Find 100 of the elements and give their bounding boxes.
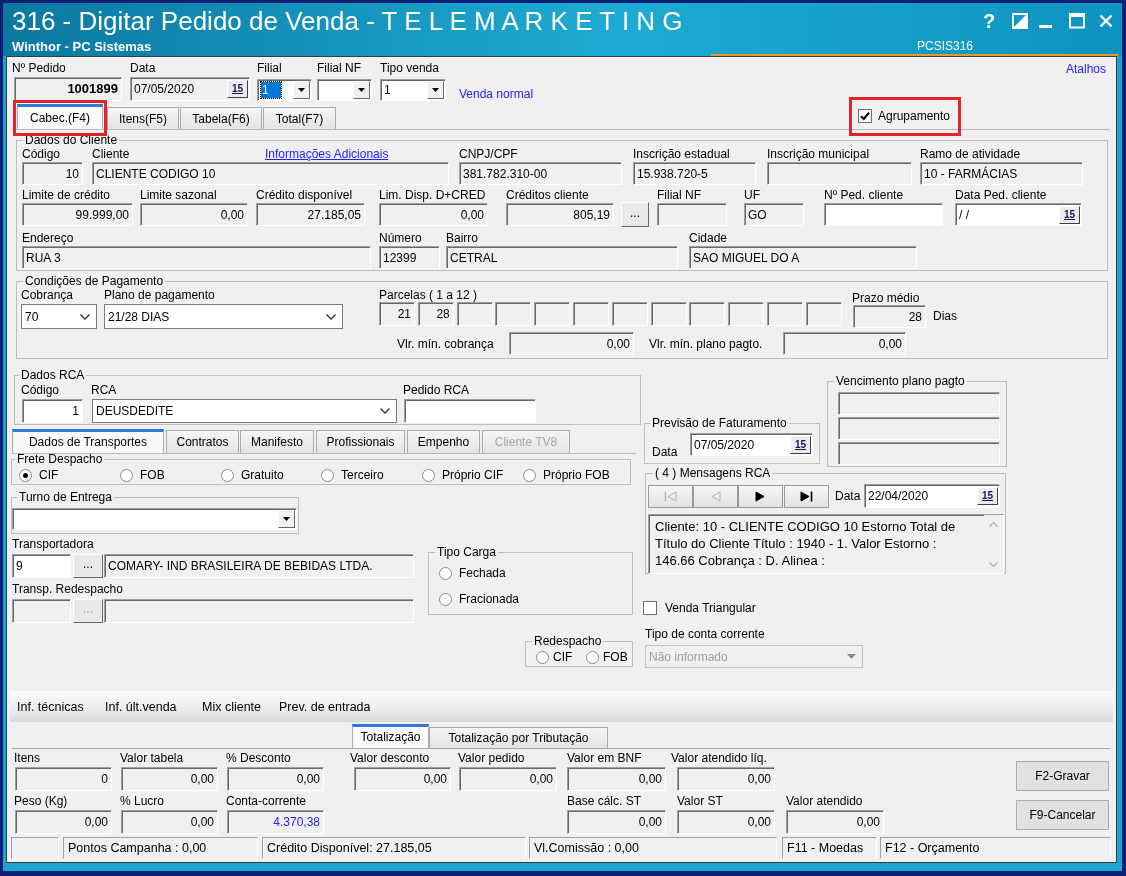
text-field[interactable]: 1 (22, 399, 83, 423)
dropdown-button[interactable] (427, 81, 444, 99)
text-field[interactable] (838, 417, 1000, 440)
text-field[interactable]: 9 (12, 554, 71, 578)
radio-button[interactable] (422, 468, 435, 482)
ellipsis-button[interactable]: ... (73, 554, 103, 578)
text-field[interactable]: SAO MIGUEL DO A (689, 246, 917, 269)
text-field[interactable] (404, 399, 536, 423)
tab[interactable]: Total(F7) (263, 107, 336, 129)
text-field[interactable]: 0,00 (677, 810, 775, 834)
text-field[interactable]: 15.938.720-5 (633, 162, 756, 185)
tab[interactable]: Contratos (166, 430, 239, 453)
date-field[interactable]: / / 15 (955, 203, 1082, 226)
text-field[interactable] (495, 302, 532, 326)
dropdown-field[interactable]: DEUSDEDITE (92, 399, 397, 423)
text-field[interactable]: 0,00 (379, 203, 488, 226)
text-field[interactable]: 99.999,00 (22, 203, 133, 226)
tab[interactable]: Profissionais (316, 430, 405, 453)
dropdown-field[interactable]: 21/28 DIAS (104, 304, 343, 329)
dropdown-button[interactable] (353, 81, 370, 99)
date-field[interactable]: 22/04/2020 15 (864, 484, 1000, 508)
text-field[interactable]: 0,00 (459, 767, 557, 791)
text-field[interactable] (767, 302, 803, 326)
ellipsis-button[interactable]: ... (621, 202, 649, 227)
radio-button[interactable] (586, 650, 599, 664)
text-field[interactable]: 0,00 (140, 203, 248, 226)
dropdown-field[interactable]: 1 (257, 79, 312, 101)
half-filled-square-icon[interactable] (1012, 13, 1028, 29)
radio-button[interactable] (536, 650, 549, 664)
calendar-button[interactable]: 15 (1059, 205, 1080, 224)
maximize-icon[interactable] (1069, 13, 1085, 29)
dropdown-field[interactable]: 70 (21, 304, 97, 329)
text-field[interactable]: 0,00 (15, 810, 112, 834)
info-link[interactable]: Informações Adicionais (265, 147, 389, 161)
text-field[interactable]: GO (744, 203, 804, 226)
text-field[interactable]: 0,00 (786, 810, 884, 834)
radio-button[interactable] (523, 468, 536, 482)
tab[interactable]: Dados de Transportes (12, 429, 164, 453)
text-field[interactable] (838, 392, 1000, 415)
shortcuts-link[interactable]: Atalhos (1066, 62, 1107, 76)
text-field[interactable] (805, 302, 842, 326)
tab[interactable]: Tabela(F6) (180, 107, 262, 129)
dropdown-button[interactable] (293, 81, 310, 99)
text-field[interactable] (838, 442, 1000, 465)
text-field[interactable]: 0,00 (509, 332, 634, 355)
text-field[interactable]: 10 - FARMÁCIAS (920, 162, 1083, 185)
toolbar-button[interactable]: Prev. de entrada (279, 699, 371, 714)
text-field[interactable] (573, 302, 609, 326)
dropdown-field[interactable] (12, 508, 297, 530)
text-field[interactable]: 27.185,05 (256, 203, 365, 226)
tab[interactable]: Manifesto (240, 430, 314, 453)
dropdown-field[interactable]: 1 (380, 79, 446, 101)
toolbar-button[interactable]: Inf. técnicas (17, 699, 84, 714)
text-field[interactable]: 0 (15, 767, 112, 791)
text-field[interactable] (650, 302, 687, 326)
text-field[interactable]: 21 (379, 302, 415, 326)
text-field[interactable]: CETRAL (446, 246, 678, 269)
cancel-button[interactable]: F9-Cancelar (1016, 800, 1109, 830)
text-field[interactable] (657, 203, 727, 226)
text-field[interactable]: 28 (853, 305, 926, 328)
text-field[interactable]: 0,00 (121, 767, 218, 791)
message-field[interactable]: Cliente: 10 - CLIENTE CODIGO 10 Estorno Total de Título do Cliente Título : 1940 - 1. Valor Estorno : 146.66 Cobrança : D. Alinea : (648, 514, 1004, 574)
toolbar-button[interactable]: Mix cliente (202, 699, 262, 714)
tab[interactable]: Totalização por Tributação (429, 727, 608, 748)
text-field[interactable]: COMARY- IND BRASILEIRA DE BEBIDAS LTDA. (104, 554, 414, 578)
text-field[interactable]: 28 (417, 302, 454, 326)
text-field[interactable]: 381.782.310-00 (459, 162, 622, 185)
text-field[interactable]: 0,00 (567, 767, 666, 791)
dropdown-field[interactable] (317, 79, 372, 101)
dropdown-button[interactable] (278, 510, 295, 528)
radio-button[interactable] (439, 566, 452, 580)
text-field[interactable]: 0,00 (354, 767, 451, 791)
toolbar-button[interactable]: Inf. últ.venda (105, 699, 177, 714)
radio-button[interactable] (221, 468, 234, 482)
text-field[interactable] (689, 302, 726, 326)
calendar-button[interactable]: 15 (227, 80, 248, 98)
checkbox[interactable] (643, 601, 657, 615)
text-field[interactable]: 0,00 (567, 810, 666, 834)
tab[interactable]: Cabec.(F4) (17, 104, 103, 129)
text-field[interactable]: 0,00 (121, 810, 218, 834)
save-button[interactable]: F2-Gravar (1016, 761, 1109, 791)
nav-button[interactable] (784, 484, 829, 508)
text-field[interactable]: 0,00 (677, 767, 775, 791)
radio-button[interactable] (321, 468, 334, 482)
tab[interactable]: Totalização (352, 724, 429, 748)
date-field[interactable]: 07/05/2020 15 (690, 433, 813, 456)
text-field[interactable]: 0,00 (783, 332, 906, 355)
text-field[interactable] (767, 162, 912, 185)
text-field[interactable]: 12399 (379, 246, 440, 269)
radio-button[interactable] (439, 592, 452, 606)
tab[interactable]: Empenho (407, 430, 480, 453)
text-field[interactable] (728, 302, 765, 326)
calendar-button[interactable]: 15 (977, 487, 998, 505)
text-field[interactable]: 1001899 (14, 77, 122, 101)
radio-button[interactable] (120, 468, 133, 482)
text-field[interactable]: RUA 3 (22, 246, 371, 269)
nav-button[interactable] (738, 484, 783, 508)
checkbox[interactable] (858, 108, 872, 123)
calendar-button[interactable]: 15 (790, 435, 811, 454)
text-field[interactable]: 10 (22, 162, 83, 185)
